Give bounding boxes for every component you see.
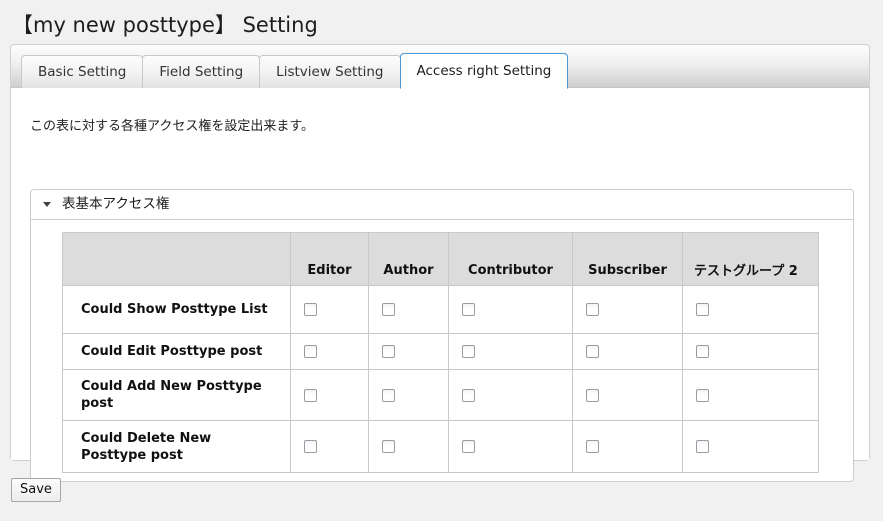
cell-author[interactable] <box>368 369 449 421</box>
checkbox-delete-post-contributor[interactable] <box>462 440 475 453</box>
checkbox-delete-post-test-group-2[interactable] <box>696 440 709 453</box>
row-label: Could Show Posttype List <box>62 285 291 334</box>
accordion-basic-access-rights: 表基本アクセス権 Editor Author Contributor Subsc… <box>30 189 854 482</box>
settings-panel: Basic Setting Field Setting Listview Set… <box>10 44 870 482</box>
checkbox-add-post-test-group-2[interactable] <box>696 388 709 402</box>
checkbox-delete-post-subscriber[interactable] <box>586 440 599 453</box>
tab-label: Basic Setting <box>38 64 127 80</box>
column-header-permission <box>62 232 291 286</box>
cell-subscriber[interactable] <box>572 369 683 421</box>
checkbox-edit-post-contributor[interactable] <box>462 345 475 358</box>
cell-test-group-2[interactable] <box>682 420 819 473</box>
checkbox-delete-post-author[interactable] <box>382 440 395 453</box>
cell-subscriber[interactable] <box>572 285 683 334</box>
tab-access-right-setting[interactable]: Access right Setting <box>399 53 569 89</box>
table-row: Could Edit Posttype post <box>62 333 819 370</box>
cell-subscriber[interactable] <box>572 420 683 473</box>
accordion-header[interactable]: 表基本アクセス権 <box>31 190 853 220</box>
tab-label: Access right Setting <box>416 63 552 79</box>
triangle-down-icon <box>43 202 51 207</box>
cell-contributor[interactable] <box>448 333 573 370</box>
table-header-row: Editor Author Contributor Subscriber テスト… <box>62 232 819 286</box>
tab-field-setting[interactable]: Field Setting <box>142 55 261 88</box>
cell-author[interactable] <box>368 420 449 473</box>
tab-panel-access-right: この表に対する各種アクセス権を設定出来ます。 表基本アクセス権 Editor A… <box>11 88 869 482</box>
checkbox-show-list-editor[interactable] <box>304 303 317 316</box>
cell-test-group-2[interactable] <box>682 333 819 370</box>
tab-label: Listview Setting <box>276 64 384 80</box>
checkbox-add-post-contributor[interactable] <box>462 388 475 402</box>
panel-description: この表に対する各種アクセス権を設定出来ます。 <box>30 119 315 134</box>
cell-editor[interactable] <box>290 285 369 334</box>
page-title: 【my new posttype】 Setting <box>12 13 318 37</box>
column-header-subscriber: Subscriber <box>572 232 683 286</box>
checkbox-show-list-author[interactable] <box>382 303 395 316</box>
cell-editor[interactable] <box>290 333 369 370</box>
checkbox-show-list-test-group-2[interactable] <box>696 303 709 316</box>
cell-author[interactable] <box>368 333 449 370</box>
cell-contributor[interactable] <box>448 420 573 473</box>
checkbox-add-post-subscriber[interactable] <box>586 388 599 402</box>
checkbox-add-post-author[interactable] <box>382 388 395 402</box>
row-label: Could Add New Posttype post <box>62 369 291 421</box>
checkbox-edit-post-editor[interactable] <box>304 345 317 358</box>
accordion-title: 表基本アクセス権 <box>62 196 170 212</box>
cell-contributor[interactable] <box>448 285 573 334</box>
checkbox-edit-post-test-group-2[interactable] <box>696 345 709 358</box>
tab-bar: Basic Setting Field Setting Listview Set… <box>11 45 869 89</box>
checkbox-show-list-contributor[interactable] <box>462 303 475 316</box>
checkbox-edit-post-author[interactable] <box>382 345 395 358</box>
access-rights-table: Editor Author Contributor Subscriber テスト… <box>62 232 819 473</box>
save-button[interactable]: Save <box>11 478 61 502</box>
checkbox-delete-post-editor[interactable] <box>304 440 317 453</box>
table-row: Could Add New Posttype post <box>62 369 819 421</box>
column-header-test-group-2: テストグループ 2 <box>682 232 819 286</box>
cell-author[interactable] <box>368 285 449 334</box>
table-row: Could Show Posttype List <box>62 285 819 334</box>
cell-contributor[interactable] <box>448 369 573 421</box>
cell-test-group-2[interactable] <box>682 285 819 334</box>
column-header-editor: Editor <box>290 232 369 286</box>
row-label: Could Edit Posttype post <box>62 333 291 370</box>
column-header-contributor: Contributor <box>448 232 573 286</box>
checkbox-edit-post-subscriber[interactable] <box>586 345 599 358</box>
row-label: Could Delete New Posttype post <box>62 420 291 473</box>
cell-editor[interactable] <box>290 420 369 473</box>
checkbox-add-post-editor[interactable] <box>304 388 317 402</box>
checkbox-show-list-subscriber[interactable] <box>586 303 599 316</box>
cell-editor[interactable] <box>290 369 369 421</box>
tab-basic-setting[interactable]: Basic Setting <box>21 55 144 88</box>
tab-label: Field Setting <box>159 64 244 80</box>
cell-test-group-2[interactable] <box>682 369 819 421</box>
table-row: Could Delete New Posttype post <box>62 420 819 473</box>
tab-list: Basic Setting Field Setting Listview Set… <box>21 53 569 89</box>
cell-subscriber[interactable] <box>572 333 683 370</box>
tab-listview-setting[interactable]: Listview Setting <box>259 55 401 88</box>
column-header-author: Author <box>368 232 449 286</box>
